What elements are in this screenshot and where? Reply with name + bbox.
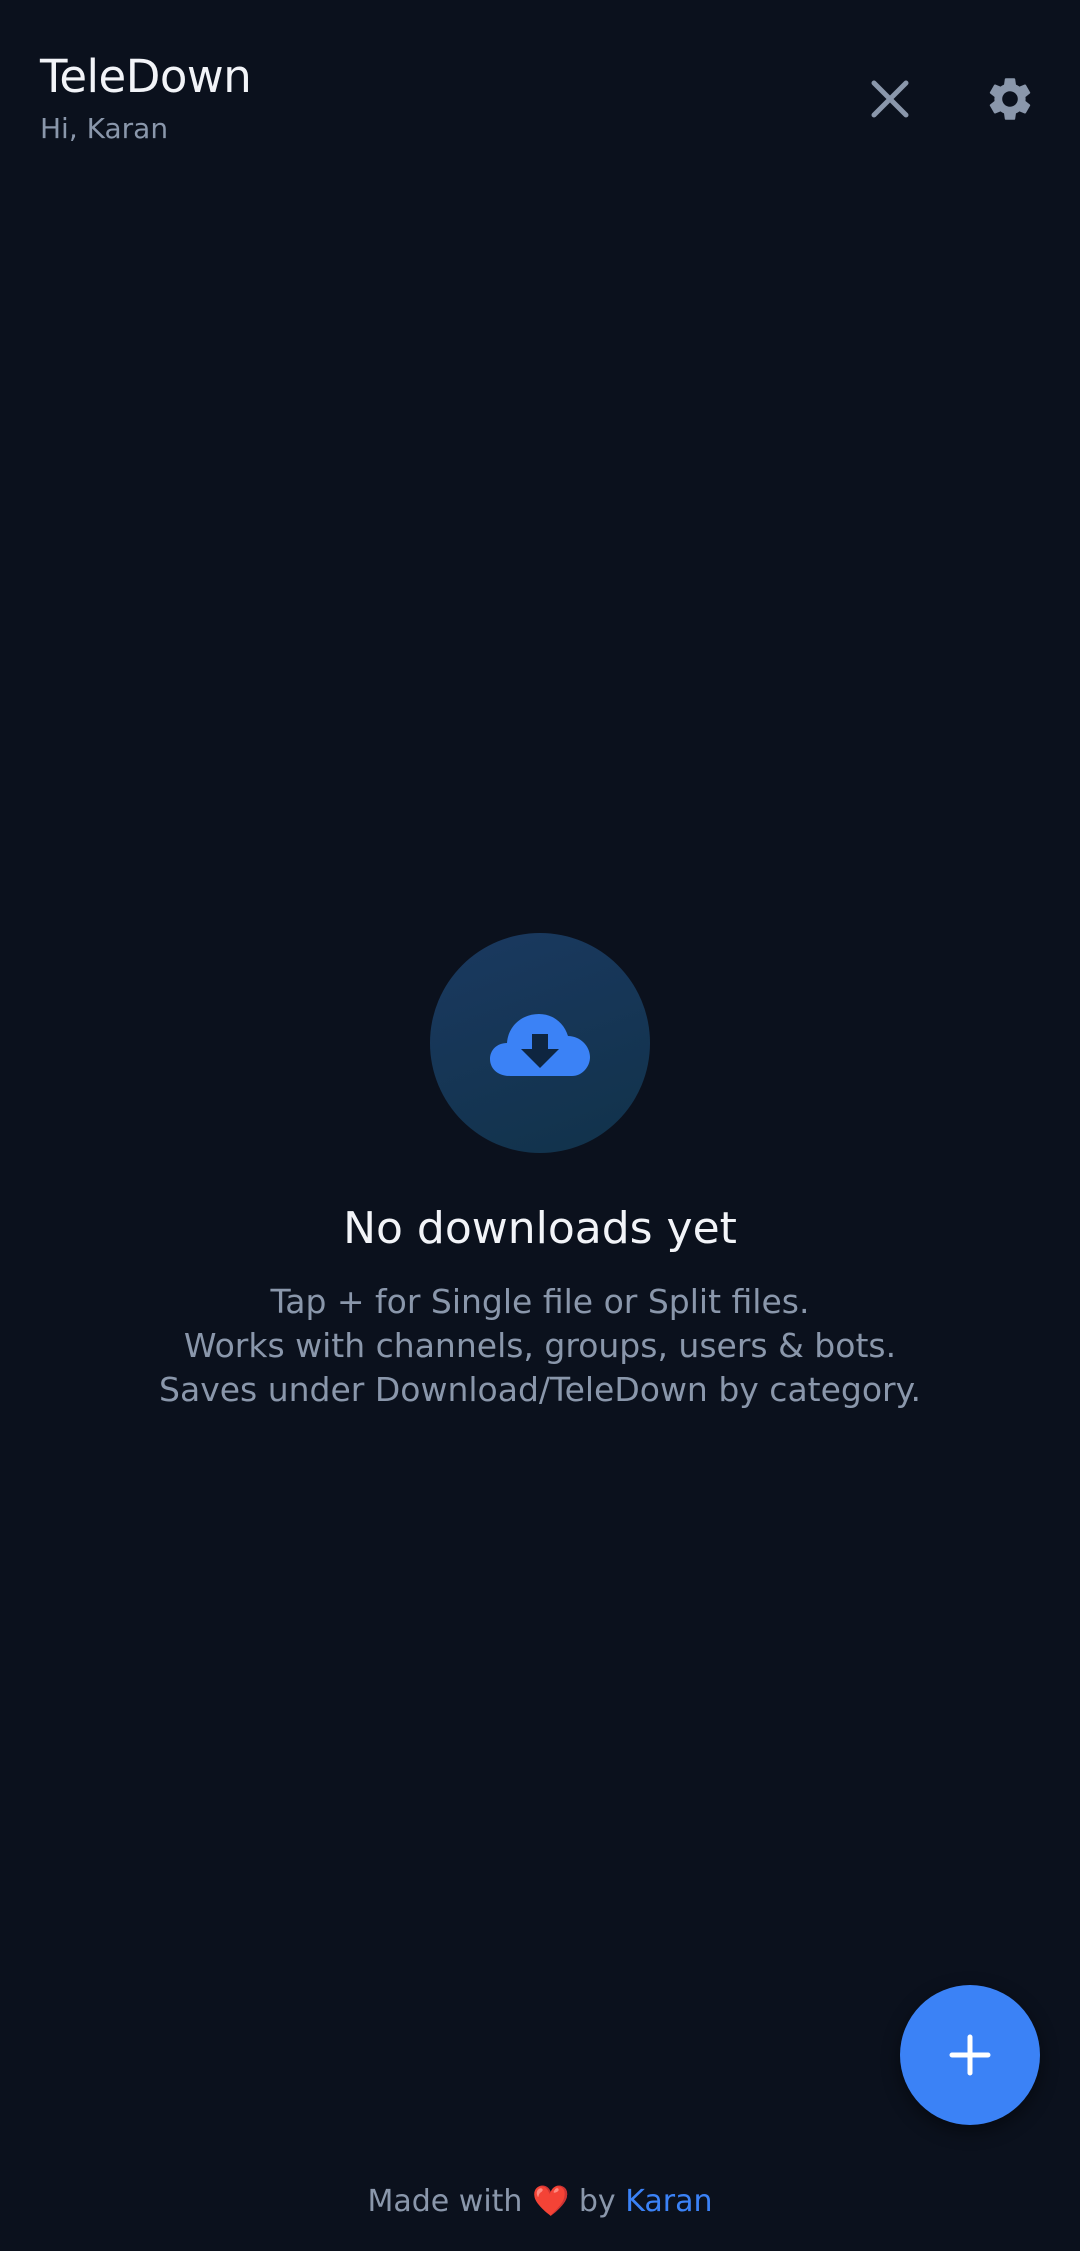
app-title: TeleDown <box>40 50 252 103</box>
footer-credit: Made with ❤️ by Karan <box>0 2184 1080 2219</box>
footer-prefix: Made with <box>367 2184 523 2219</box>
cloud-download-icon <box>490 1014 590 1076</box>
empty-state-badge <box>430 933 650 1153</box>
settings-button[interactable] <box>962 51 1058 147</box>
close-button[interactable] <box>842 51 938 147</box>
empty-state-description: Tap + for Single file or Split files. Wo… <box>0 1280 1080 1412</box>
empty-state-title: No downloads yet <box>343 1203 737 1254</box>
close-icon <box>871 80 909 118</box>
heart-icon: ❤️ <box>531 2184 570 2219</box>
gear-icon <box>989 78 1031 120</box>
empty-state-line: Tap + for Single file or Split files. <box>270 1282 810 1321</box>
empty-state-line: Works with channels, groups, users & bot… <box>183 1326 897 1365</box>
empty-state-line: Saves under Download/TeleDown by categor… <box>159 1370 921 1409</box>
author-link[interactable]: Karan <box>625 2184 712 2219</box>
footer-by: by <box>578 2184 616 2219</box>
plus-icon <box>949 2034 991 2076</box>
app-screen: TeleDown Hi, Karan No downloads yet Tap … <box>0 0 1080 2251</box>
greeting-text: Hi, Karan <box>40 112 169 145</box>
empty-state: No downloads yet Tap + for Single file o… <box>0 933 1080 1412</box>
add-download-button[interactable] <box>900 1985 1040 2125</box>
